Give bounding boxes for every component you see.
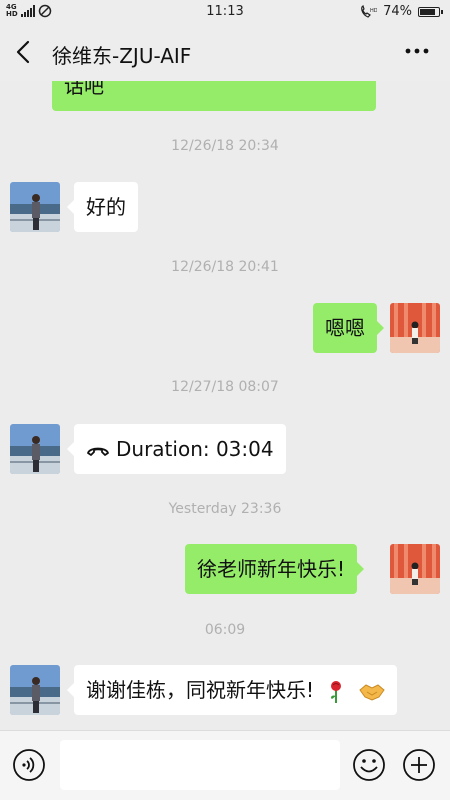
message-text: 徐老师新年快乐! (197, 557, 346, 581)
contact-avatar[interactable] (10, 182, 60, 232)
battery-icon (418, 6, 443, 17)
status-bar: 4G HD 11:13 HD 74% (0, 0, 450, 24)
contact-avatar[interactable] (10, 424, 60, 474)
chat-header: 徐维东-ZJU-AIF (0, 24, 450, 81)
chat-title: 徐维东-ZJU-AIF (52, 44, 192, 68)
message-timestamp: 06:09 (204, 622, 246, 638)
message-timestamp: 12/26/18 20:41 (171, 259, 279, 275)
message-text: 话吧 (64, 81, 104, 98)
call-record-bubble[interactable]: Duration: 03:04 (67, 424, 286, 474)
user-avatar[interactable] (390, 544, 440, 594)
message-bubble-outgoing[interactable]: 嗯嗯 (313, 303, 384, 353)
message-text: 嗯嗯 (325, 316, 365, 340)
message-timestamp: 12/26/18 20:34 (171, 138, 279, 154)
hd-call-icon: HD (361, 4, 377, 18)
chat-message-list[interactable]: 话吧 12/26/18 20:34 好的 12/26/18 20:41 嗯嗯 1… (0, 81, 450, 730)
message-text: 好的 (86, 195, 126, 219)
more-options-icon[interactable] (404, 46, 430, 56)
battery-percent: 74% (383, 4, 412, 19)
svg-text:HD: HD (370, 8, 377, 14)
call-duration-text: Duration: 03:04 (116, 437, 274, 461)
message-bubble-incoming[interactable]: 好的 (67, 182, 138, 232)
message-timestamp: 12/27/18 08:07 (171, 379, 279, 395)
message-bubble-incoming[interactable]: 谢谢佳栋，同祝新年快乐! (67, 665, 397, 715)
contact-avatar[interactable] (10, 665, 60, 715)
message-input[interactable] (60, 740, 340, 790)
message-bubble-outgoing[interactable]: 徐老师新年快乐! (185, 544, 365, 594)
battery-fill (420, 8, 435, 15)
message-text: 谢谢佳栋，同祝新年快乐! (86, 678, 315, 702)
emoji-icon[interactable] (352, 748, 386, 782)
phone-hangup-icon (87, 447, 109, 456)
back-arrow-icon[interactable] (10, 38, 38, 66)
status-right: HD 74% (359, 4, 443, 19)
voice-input-icon[interactable] (12, 748, 46, 782)
message-timestamp: Yesterday 23:36 (168, 501, 282, 517)
plus-icon[interactable] (402, 748, 436, 782)
user-avatar[interactable] (390, 303, 440, 353)
handshake-icon (359, 683, 385, 701)
input-bar (0, 730, 450, 800)
message-bubble-outgoing[interactable]: 话吧 (52, 81, 376, 111)
rose-icon (331, 680, 342, 703)
